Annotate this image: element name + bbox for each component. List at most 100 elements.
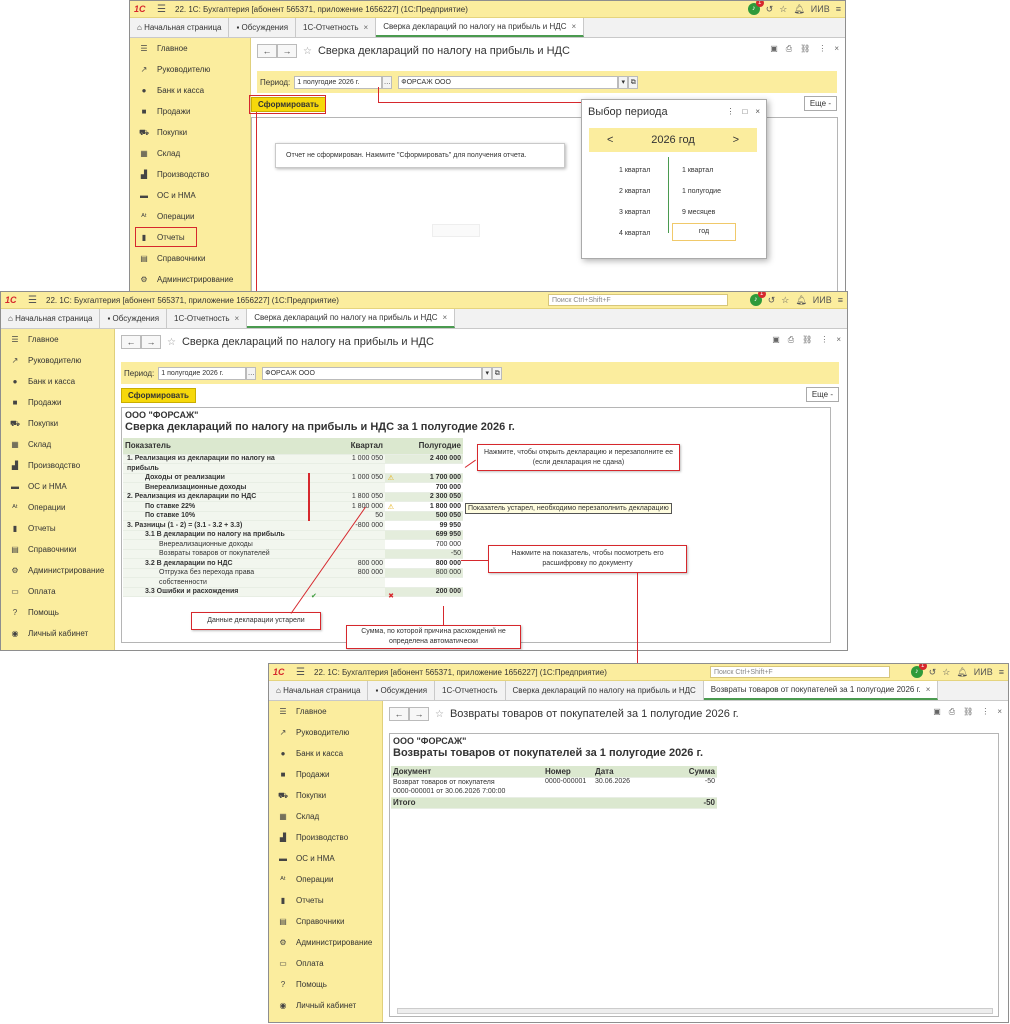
org-open-icon[interactable]: ⧉ (628, 75, 639, 89)
favorites-icon[interactable]: ☆ (779, 4, 787, 15)
table-row[interactable]: Внереализационные доходы 700 000 (123, 482, 463, 493)
indicator-cell[interactable]: 1. Реализация из декларации по налогу на (123, 454, 309, 464)
sidebar-item-bank[interactable]: ● Банк и касса (1, 371, 114, 392)
table-row[interactable]: 1. Реализация из декларации по налогу на… (123, 454, 463, 464)
close-icon[interactable]: × (364, 23, 369, 32)
sidebar-item-admin[interactable]: ⚙ Администрирование (130, 269, 250, 290)
tab-discussions[interactable]: ▪ Обсуждения (229, 18, 297, 37)
warning-icon[interactable]: ⚠ (388, 503, 394, 511)
tab-discussions[interactable]: ▪ Обсуждения (368, 681, 436, 700)
next-year-button[interactable]: > (733, 134, 739, 146)
indicator-cell[interactable]: собственности (123, 577, 309, 588)
sidebar-item-manager[interactable]: ↗ Руководителю (1, 350, 114, 371)
sidebar-item-admin[interactable]: ⚙ Администрирование (1, 560, 114, 581)
sidebar-item-assets[interactable]: ▬ ОС и НМА (130, 185, 250, 206)
generate-button[interactable]: Сформировать (121, 388, 196, 403)
print-icon[interactable]: ⎙ (786, 44, 792, 54)
sidebar-item-sales[interactable]: ■ Продажи (269, 764, 382, 785)
settings-menu-icon[interactable]: ≡ (999, 667, 1004, 677)
save-icon[interactable]: ▣ (770, 44, 778, 54)
print-icon[interactable]: ⎙ (949, 707, 955, 717)
sidebar-item-bank[interactable]: ● Банк и касса (130, 80, 250, 101)
star-icon[interactable]: ☆ (435, 709, 444, 720)
quarter-cell[interactable]: 50 (309, 511, 385, 521)
doc-cell[interactable]: Возврат товаров от покупателя 0000-000001… (391, 777, 543, 798)
halfyear-cell[interactable]: 700 000 (385, 482, 463, 493)
halfyear-cell[interactable]: 2 300 050 (385, 492, 463, 502)
tab-reconciliation[interactable]: Сверка деклараций по налогу на прибыль и… (506, 681, 704, 700)
table-row[interactable]: 3.3 Ошибки и расхождения ✔ ✖ 200 000 (123, 587, 463, 600)
table-row[interactable]: Доходы от реализации 1 000 050 ⚠ 1 700 000 (123, 473, 463, 483)
close-icon[interactable]: × (834, 44, 839, 54)
table-row[interactable]: 3.1 В декларации по налогу на прибыль 699… (123, 530, 463, 540)
org-open-icon[interactable]: ⧉ (492, 366, 503, 380)
period-option[interactable]: 4 квартал (619, 223, 650, 244)
sidebar-item-admin[interactable]: ⚙ Администрирование (269, 932, 382, 953)
period-select-button[interactable]: … (246, 366, 257, 380)
indicator-cell[interactable]: По ставке 22% (123, 501, 310, 512)
more-button[interactable]: Еще - (803, 96, 837, 111)
search-input[interactable]: Поиск Ctrl+Shift+F (710, 666, 890, 678)
search-input[interactable]: Поиск Ctrl+Shift+F (548, 294, 728, 306)
sidebar-item-payment[interactable]: ▭ Оплата (1, 581, 114, 602)
sidebar-item-production[interactable]: ▟ Производство (130, 164, 250, 185)
save-icon[interactable]: ▣ (933, 707, 941, 717)
halfyear-cell[interactable]: 1 800 000 (385, 501, 463, 512)
sidebar-item-operations[interactable]: ᴬᵗ Операции (1, 497, 114, 518)
table-row[interactable]: По ставке 10% 50 500 050 (123, 511, 463, 521)
close-icon[interactable]: × (442, 313, 447, 322)
more-icon[interactable]: ⋮ (818, 44, 826, 54)
table-row[interactable]: 3.2 В декларации по НДС 800 000 800 000 (123, 558, 463, 569)
menu-icon[interactable]: ☰ (296, 667, 306, 678)
sidebar-item-warehouse[interactable]: ▦ Склад (1, 434, 114, 455)
period-field[interactable]: 1 полугодие 2026 г. (294, 75, 383, 89)
tab-home[interactable]: ⌂ Начальная страница (1, 309, 101, 328)
sidebar-item-main[interactable]: ☰ Главное (130, 38, 250, 59)
back-button[interactable]: ← (257, 44, 277, 58)
sidebar-item-main[interactable]: ☰ Главное (1, 329, 114, 350)
quarter-cell[interactable]: 800 000 (309, 558, 385, 569)
quarter-cell[interactable] (309, 577, 385, 588)
org-field[interactable]: ФОРСАЖ ООО (398, 75, 619, 89)
favorites-icon[interactable]: ☆ (942, 667, 950, 678)
tab-1c-reporting[interactable]: 1С-Отчетность × (167, 309, 248, 328)
user-name[interactable]: ИИВ (974, 667, 993, 677)
sidebar-item-assets[interactable]: ▬ ОС и НМА (269, 848, 382, 869)
table-row[interactable]: 3. Разницы (1 - 2) = (3.1 - 3.2 + 3.3) -8… (123, 520, 463, 531)
period-option-year[interactable]: год (672, 223, 736, 241)
table-row[interactable]: собственности (123, 577, 463, 588)
sidebar-item-manager[interactable]: ↗ Руководителю (269, 722, 382, 743)
close-icon[interactable]: × (926, 685, 931, 694)
user-name[interactable]: ИИВ (811, 4, 830, 14)
indicator-cell[interactable]: По ставке 10% (123, 511, 310, 521)
prev-year-button[interactable]: < (607, 134, 613, 146)
quarter-cell[interactable] (309, 482, 385, 493)
link-icon[interactable]: ⛓ (800, 44, 810, 54)
back-button[interactable]: ← (121, 335, 141, 349)
sidebar-item-purchases[interactable]: ⛟ Покупки (1, 413, 114, 434)
tab-1c-reporting[interactable]: 1С-Отчетность (435, 681, 506, 700)
tab-reconciliation[interactable]: Сверка деклараций по налогу на прибыль и… (376, 18, 585, 37)
close-icon[interactable]: × (235, 314, 240, 323)
bell-icon[interactable]: 🔔︎ (956, 667, 967, 678)
halfyear-cell[interactable]: 200 000 (385, 587, 463, 597)
history-icon[interactable]: ↺ (766, 4, 774, 15)
period-select-button[interactable]: … (382, 75, 393, 89)
tab-returns[interactable]: Возвраты товаров от покупателей за 1 пол… (703, 681, 939, 700)
sidebar-item-account[interactable]: ◉ Личный кабинет (269, 995, 382, 1016)
table-row[interactable]: 2. Реализация из декларации по НДС 1 800 … (123, 492, 463, 502)
quarter-cell[interactable] (309, 549, 385, 559)
table-row[interactable]: Внереализационные доходы 700 000 (123, 539, 463, 550)
favorites-icon[interactable]: ☆ (781, 295, 789, 306)
quarter-cell[interactable]: 1 000 050 (309, 454, 385, 464)
sidebar-item-assets[interactable]: ▬ ОС и НМА (1, 476, 114, 497)
sidebar-item-production[interactable]: ▟ Производство (1, 455, 114, 476)
forward-button[interactable]: → (277, 44, 297, 58)
quarter-cell[interactable] (309, 539, 385, 550)
quarter-cell[interactable]: 1 000 050 ⚠ (309, 473, 394, 483)
indicator-cell[interactable]: 3.1 В декларации по налогу на прибыль (123, 530, 309, 540)
bell-icon[interactable]: 🔔︎ (793, 4, 804, 15)
sidebar-item-help[interactable]: ? Помощь (1, 602, 114, 623)
more-icon[interactable]: ⋮ (726, 107, 734, 116)
sidebar-item-help[interactable]: ? Помощь (269, 974, 382, 995)
